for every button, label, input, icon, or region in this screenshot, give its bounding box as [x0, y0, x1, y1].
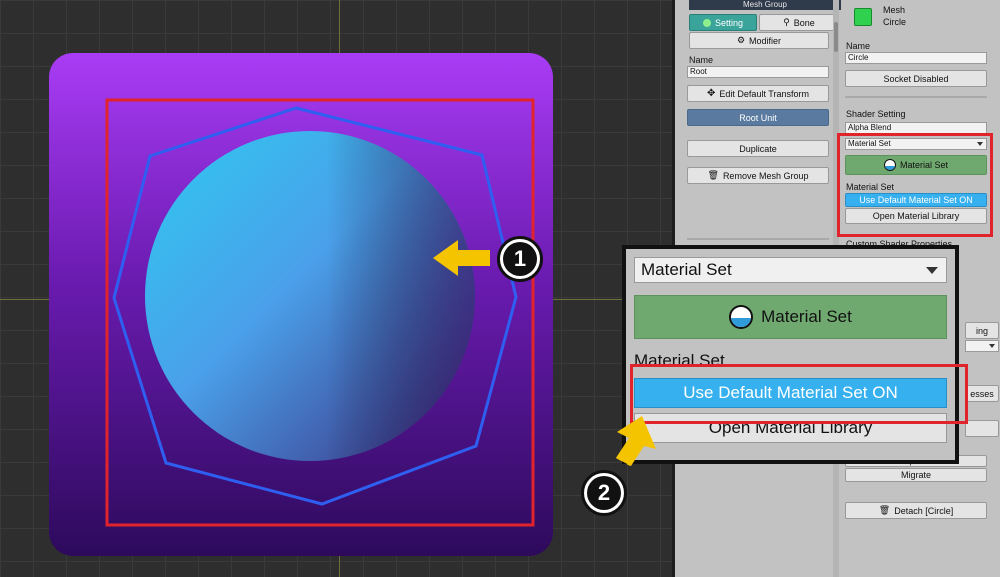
mesh-overlay: [105, 98, 655, 527]
partial-button-ing[interactable]: ing: [965, 322, 999, 339]
setting-icon: [702, 18, 711, 27]
zoom-material-set-button-label: Material Set: [761, 307, 852, 326]
step-marker-2: 2: [581, 470, 627, 516]
transform-icon: ✥: [707, 88, 716, 99]
separator: [845, 96, 987, 98]
chevron-down-icon: [989, 344, 995, 348]
remove-mesh-group-button[interactable]: 🗑 Remove Mesh Group: [687, 167, 829, 184]
edit-default-transform-button[interactable]: ✥ Edit Default Transform: [687, 85, 829, 102]
mesh-subtitle: Circle: [883, 17, 907, 27]
detach-button[interactable]: 🗑 Detach [Circle]: [845, 502, 987, 519]
name-label: Name: [689, 55, 714, 65]
migrate-button[interactable]: Migrate: [845, 468, 987, 482]
trash-icon: 🗑: [878, 505, 891, 515]
material-section-highlight: [837, 133, 993, 237]
shader-setting-label: Shader Setting: [846, 109, 906, 119]
step-marker-1: 1: [497, 236, 543, 282]
zoom-callout: Material Set Material Set Material Set U…: [622, 245, 959, 464]
bone-icon: ⚲: [783, 17, 790, 27]
tab-bone[interactable]: ⚲ Bone: [759, 14, 839, 31]
circle-shading: [145, 131, 475, 461]
chevron-down-icon: [926, 267, 938, 274]
material-icon: [729, 305, 754, 329]
root-unit-button[interactable]: Root Unit: [687, 109, 829, 126]
use-default-highlight: [630, 364, 968, 424]
shader-select-value: Alpha Blend: [848, 123, 892, 132]
mesh-group-header: Mesh Group: [689, 0, 841, 10]
scene-viewport[interactable]: 1: [0, 0, 672, 577]
partial-select[interactable]: [965, 340, 999, 352]
detach-button-label: Detach [Circle]: [894, 505, 954, 516]
mesh-name-field[interactable]: Circle: [845, 52, 987, 64]
partial-button-esses[interactable]: esses: [965, 385, 999, 402]
zoom-material-set-button[interactable]: Material Set: [634, 295, 947, 339]
zoom-select-value: Material Set: [641, 260, 732, 279]
separator: [687, 238, 829, 240]
socket-disabled-button[interactable]: Socket Disabled: [845, 70, 987, 87]
tab-bone-label: Bone: [793, 17, 815, 28]
modifier-icon: ⚙: [736, 35, 746, 45]
tab-setting-label: Setting: [714, 17, 744, 28]
partial-button[interactable]: [965, 420, 999, 437]
mesh-name-label: Name: [846, 41, 871, 51]
modifier-label: Modifier: [749, 35, 782, 46]
zoom-material-set-select[interactable]: Material Set: [634, 257, 947, 283]
duplicate-button[interactable]: Duplicate: [687, 140, 829, 157]
mesh-title: Mesh: [883, 5, 906, 15]
name-field[interactable]: Root: [687, 66, 829, 78]
remove-mesh-group-label: Remove Mesh Group: [722, 170, 809, 181]
scrollbar-thumb[interactable]: [834, 22, 838, 52]
edit-default-transform-label: Edit Default Transform: [719, 88, 809, 99]
modifier-button[interactable]: ⚙ Modifier: [689, 32, 829, 49]
mesh-icon: [854, 8, 872, 26]
trash-icon: 🗑: [707, 170, 719, 180]
tab-setting[interactable]: Setting: [689, 14, 757, 31]
